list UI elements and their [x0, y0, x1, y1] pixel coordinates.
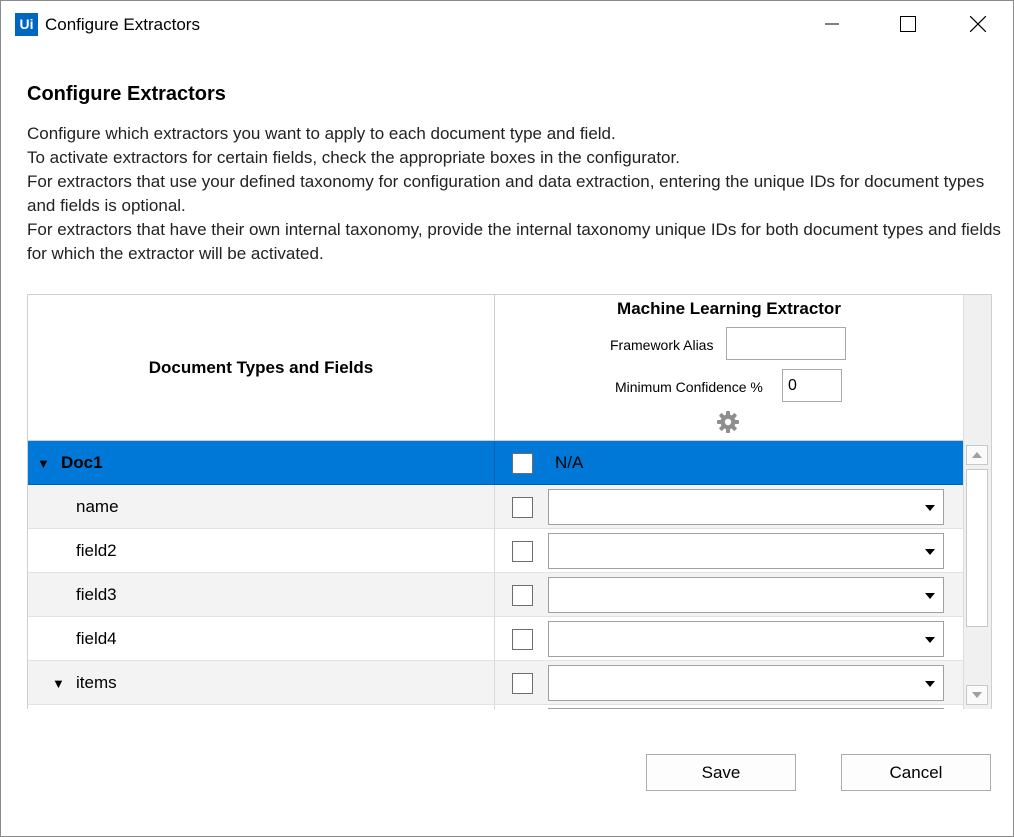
configure-extractors-window: Ui Configure Extractors Configure Extrac… [0, 0, 1014, 837]
framework-alias-label: Framework Alias [610, 337, 714, 353]
collapse-arrow-icon[interactable]: ▼ [37, 456, 50, 471]
row-label: field3 [76, 585, 117, 604]
table-row-field3[interactable]: field3 [28, 573, 963, 617]
scroll-down-button[interactable] [966, 685, 988, 705]
table-row-items[interactable]: ▼ items [28, 661, 963, 705]
table-row-field2[interactable]: field2 [28, 529, 963, 573]
scroll-up-button[interactable] [966, 445, 988, 465]
row-extractor-cell [495, 573, 963, 616]
maximize-button[interactable] [885, 1, 931, 47]
field-id-dropdown[interactable] [548, 621, 944, 657]
row-name-cell: ▼ items [28, 661, 495, 704]
field-id-dropdown[interactable] [548, 533, 944, 569]
field-id-dropdown[interactable] [548, 577, 944, 613]
gear-icon[interactable] [716, 410, 740, 434]
row-name-cell [28, 705, 495, 709]
row-extractor-cell [495, 617, 963, 660]
row-extractor-cell [495, 705, 963, 709]
close-icon [970, 16, 986, 32]
extractor-header: Machine Learning Extractor Framework Ali… [495, 295, 963, 441]
chevron-down-icon [925, 593, 935, 599]
extractor-title: Machine Learning Extractor [617, 299, 841, 318]
row-label: Doc1 [61, 453, 103, 472]
extractor-configuration-grid: Document Types and Fields Machine Learni… [27, 294, 992, 709]
title-bar: Ui Configure Extractors [1, 1, 1013, 47]
row-extractor-cell [495, 485, 963, 528]
row-extractor-cell: N/A [495, 441, 963, 484]
field-id-dropdown[interactable] [548, 665, 944, 701]
description: Configure which extractors you want to a… [27, 122, 1002, 266]
row-name-cell: ▼ Doc1 [28, 441, 495, 484]
chevron-down-icon [925, 505, 935, 511]
not-applicable-text: N/A [555, 453, 584, 472]
row-label: field4 [76, 629, 117, 648]
row-name-cell: field3 [28, 573, 495, 616]
row-name-cell: name [28, 485, 495, 528]
row-extractor-cell [495, 529, 963, 572]
row-extractor-cell [495, 661, 963, 704]
window-title: Configure Extractors [45, 15, 200, 34]
framework-alias-input[interactable] [726, 327, 846, 360]
extractor-checkbox[interactable] [512, 673, 533, 694]
minimize-button[interactable] [809, 1, 855, 47]
extractor-checkbox[interactable] [512, 541, 533, 562]
description-line: To activate extractors for certain field… [27, 148, 680, 167]
row-label: items [76, 673, 117, 692]
extractor-checkbox[interactable] [512, 453, 533, 474]
cancel-button[interactable]: Cancel [841, 754, 991, 791]
vertical-scrollbar[interactable] [963, 441, 991, 709]
table-row-field4[interactable]: field4 [28, 617, 963, 661]
row-name-cell: field4 [28, 617, 495, 660]
table-row-partial[interactable] [28, 705, 963, 709]
minimum-confidence-input[interactable] [782, 369, 842, 402]
description-line: For extractors that use your defined tax… [27, 172, 985, 215]
chevron-down-icon [925, 549, 935, 555]
extractor-checkbox[interactable] [512, 585, 533, 606]
table-row-doc1[interactable]: ▼ Doc1 N/A [28, 441, 963, 485]
field-id-dropdown[interactable] [548, 708, 944, 709]
description-line: For extractors that have their own inter… [27, 220, 1001, 263]
save-button[interactable]: Save [646, 754, 796, 791]
minimize-icon [825, 23, 839, 25]
field-id-dropdown[interactable] [548, 489, 944, 525]
chevron-down-icon [925, 637, 935, 643]
chevron-down-icon [925, 681, 935, 687]
row-label: name [76, 497, 119, 516]
row-label: field2 [76, 541, 117, 560]
document-types-header: Document Types and Fields [28, 295, 495, 441]
scroll-up-arrow-icon [972, 452, 982, 458]
uipath-logo-icon: Ui [15, 13, 38, 36]
collapse-arrow-icon[interactable]: ▼ [52, 676, 65, 691]
table-row-name[interactable]: name [28, 485, 963, 529]
maximize-icon [900, 16, 916, 32]
extractor-checkbox[interactable] [512, 497, 533, 518]
page-title: Configure Extractors [27, 83, 226, 105]
minimum-confidence-label: Minimum Confidence % [615, 379, 763, 395]
close-button[interactable] [955, 1, 1001, 47]
row-name-cell: field2 [28, 529, 495, 572]
description-line: Configure which extractors you want to a… [27, 124, 616, 143]
extractor-checkbox[interactable] [512, 629, 533, 650]
scroll-down-arrow-icon [972, 692, 982, 698]
header-scroll-gutter [963, 295, 991, 441]
scroll-thumb[interactable] [966, 469, 988, 627]
